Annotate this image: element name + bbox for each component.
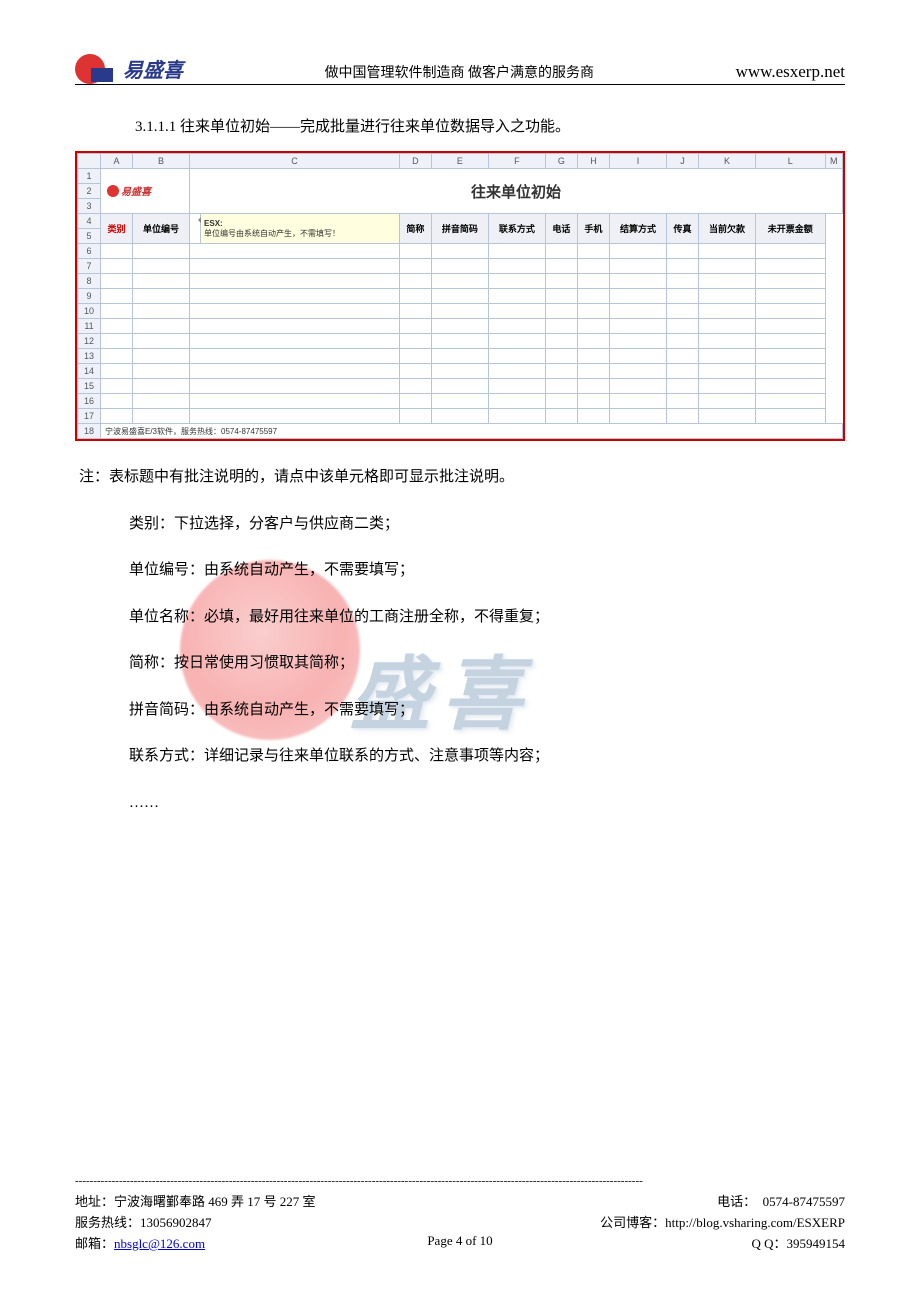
col-letter: F [488,154,545,169]
field-desc: 单位编号：由系统自动产生，不需要填写； [129,559,845,582]
page-indicator: Page 4 of 10 [427,1233,492,1252]
footer-rule: ----------------------------------------… [75,1175,845,1187]
sheet-title: 往来单位初始 [190,169,843,214]
footer-hotline: 服务热线：13056902847 [75,1212,427,1231]
col-header: 简称 [399,214,431,244]
sheet-logo-cell: 易盛喜 [101,169,190,214]
body-text: 注：表标题中有批注说明的，请点中该单元格即可显示批注说明。 类别：下拉选择，分客… [75,466,845,814]
section-title-text: 往来单位初始——完成批量进行往来单位数据导入之功能。 [180,119,570,135]
page-footer: ----------------------------------------… [75,1175,845,1252]
header-tagline: 做中国管理软件制造商 做客户满意的服务商 [183,62,736,82]
brand-name: 易盛喜 [123,54,183,83]
footer-address: 地址：宁波海曙鄞奉路 469 弄 17 号 227 室 [75,1191,427,1210]
note-line: 注：表标题中有批注说明的，请点中该单元格即可显示批注说明。 [79,466,845,489]
spreadsheet-table: A B C D E F G H I J K L M 1 易 [77,153,843,439]
field-desc: 类别：下拉选择，分客户与供应商二类； [129,513,845,536]
footer-email: 邮箱：nbsglc@126.com [75,1233,427,1252]
field-desc: 联系方式：详细记录与往来单位联系的方式、注意事项等内容； [129,745,845,768]
footer-phone: 电话： 0574-87475597 [493,1191,845,1210]
col-letter: M [825,154,842,169]
col-header: 未开票金额 [756,214,826,244]
brand-logo: 易盛喜 [75,50,183,86]
col-letter: H [577,154,609,169]
field-desc: 简称：按日常使用习惯取其简称； [129,652,845,675]
col-letter: L [756,154,826,169]
col-letter: C [190,154,400,169]
col-header: 当前欠款 [698,214,755,244]
col-letter: K [698,154,755,169]
sheet-footer: 宁波易盛喜E/3软件，服务热线：0574-87475597 [101,424,843,439]
logo-mark-icon [75,50,119,86]
col-header: 手机 [577,214,609,244]
col-letter: G [545,154,577,169]
col-header: 类别 [101,214,133,244]
spreadsheet-figure: A B C D E F G H I J K L M 1 易 [75,151,845,441]
col-header: 单位编号 [133,214,190,244]
footer-blog: 公司博客：http://blog.vsharing.com/ESXERP [493,1212,845,1231]
col-letter: A [101,154,133,169]
field-desc: 拼音简码：由系统自动产生，不需要填写； [129,699,845,722]
field-desc: 单位名称：必填，最好用往来单位的工商注册全称，不得重复； [129,606,845,629]
col-header: 联系方式 [488,214,545,244]
section-heading: 3.1.1.1 往来单位初始——完成批量进行往来单位数据导入之功能。 [135,115,845,136]
col-letter: J [666,154,698,169]
col-header: 电话 [545,214,577,244]
col-letter: D [399,154,431,169]
footer-qq: Q Q：395949154 [493,1233,845,1252]
email-link[interactable]: nbsglc@126.com [114,1236,205,1251]
header-website: www.esxerp.net [736,62,845,82]
col-header: 结算方式 [609,214,666,244]
mini-logo-icon [107,185,119,197]
col-letter: E [431,154,488,169]
col-header: 拼音简码 [431,214,488,244]
page-header: 易盛喜 做中国管理软件制造商 做客户满意的服务商 www.esxerp.net [75,50,845,85]
field-desc: …… [129,792,845,815]
col-letter: B [133,154,190,169]
cell-comment: ESX: 单位编号由系统自动产生，不需填写！ [201,214,400,244]
col-letter: I [609,154,666,169]
section-number: 3.1.1.1 [135,119,176,135]
col-header: 传真 [666,214,698,244]
